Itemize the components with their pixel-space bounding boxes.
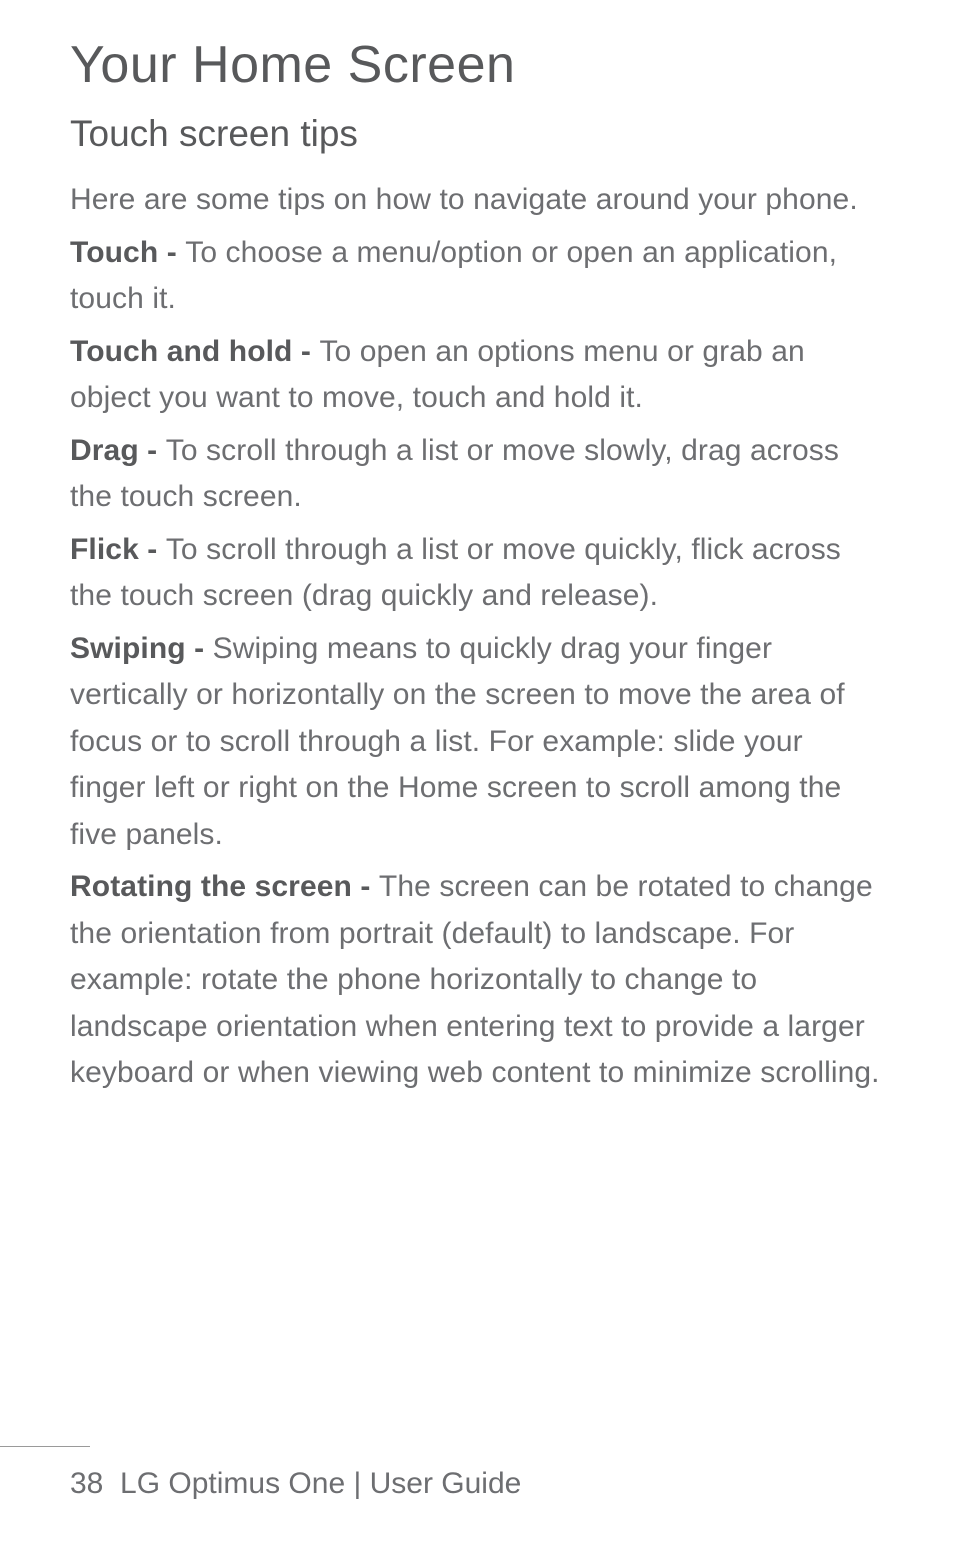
tip-flick: Flick - To scroll through a list or move… — [70, 527, 884, 620]
tip-label: Touch - — [70, 236, 185, 269]
intro-paragraph: Here are some tips on how to navigate ar… — [70, 177, 884, 224]
tip-label: Touch and hold - — [70, 335, 319, 368]
tip-text: To scroll through a list or move slowly,… — [70, 434, 839, 514]
page-footer: 38 LG Optimus One | User Guide — [0, 1446, 954, 1501]
tip-text: To choose a menu/option or open an appli… — [70, 236, 837, 316]
tip-text: To scroll through a list or move quickly… — [70, 533, 841, 613]
section-heading: Touch screen tips — [70, 113, 884, 155]
footer-separator: | — [345, 1467, 369, 1500]
footer-divider — [0, 1446, 90, 1447]
tip-swiping: Swiping - Swiping means to quickly drag … — [70, 626, 884, 859]
product-name: LG Optimus One — [120, 1467, 345, 1500]
tip-label: Rotating the screen - — [70, 870, 379, 903]
footer-text: 38 LG Optimus One | User Guide — [70, 1467, 954, 1501]
doc-type: User Guide — [370, 1467, 522, 1500]
tip-label: Flick - — [70, 533, 166, 566]
document-page: Your Home Screen Touch screen tips Here … — [0, 0, 954, 1557]
tip-rotating-screen: Rotating the screen - The screen can be … — [70, 864, 884, 1097]
tip-drag: Drag - To scroll through a list or move … — [70, 428, 884, 521]
tip-label: Drag - — [70, 434, 166, 467]
page-number: 38 — [70, 1467, 103, 1500]
tip-label: Swiping - — [70, 632, 213, 665]
page-title: Your Home Screen — [70, 35, 884, 95]
tip-touch-and-hold: Touch and hold - To open an options menu… — [70, 329, 884, 422]
tip-touch: Touch - To choose a menu/option or open … — [70, 230, 884, 323]
